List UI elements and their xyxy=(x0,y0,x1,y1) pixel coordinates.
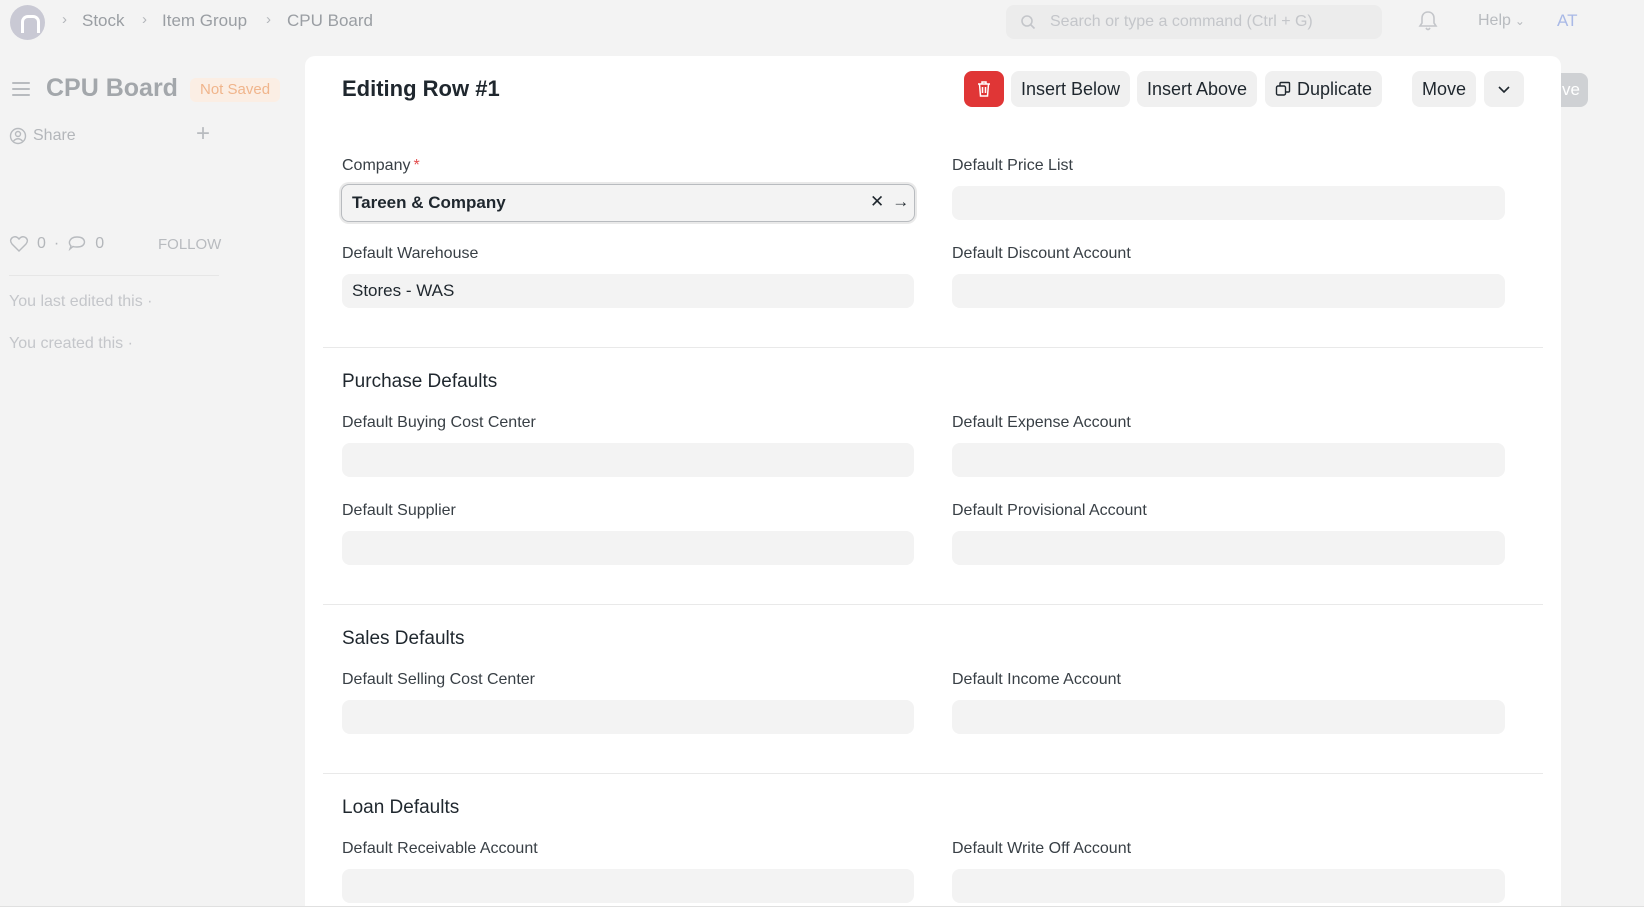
section-divider xyxy=(323,347,1543,348)
insert-above-button[interactable]: Insert Above xyxy=(1137,71,1258,107)
default-supplier-label: Default Supplier xyxy=(342,502,456,519)
page-title: CPU Board xyxy=(46,74,178,102)
breadcrumb-item-group[interactable]: Item Group xyxy=(162,11,247,31)
default-expense-account-label: Default Expense Account xyxy=(952,414,1131,431)
default-write-off-account-field[interactable] xyxy=(952,869,1505,903)
avatar[interactable]: AT xyxy=(1557,11,1577,31)
os-taskbar xyxy=(0,906,1644,917)
clear-icon[interactable]: ✕ xyxy=(870,192,884,212)
default-selling-cost-center-field[interactable] xyxy=(342,700,914,734)
default-receivable-account-label: Default Receivable Account xyxy=(342,840,538,857)
default-discount-account-field[interactable] xyxy=(952,274,1505,308)
company-field-actions: ✕ → xyxy=(870,192,909,212)
last-edited-text: You last edited this · xyxy=(9,293,153,310)
chevron-down-icon: ⌄ xyxy=(1514,14,1525,28)
default-buying-cost-center-label: Default Buying Cost Center xyxy=(342,414,536,431)
breadcrumb-cpu-board[interactable]: CPU Board xyxy=(287,11,373,31)
help-menu[interactable]: Help ⌄ xyxy=(1478,12,1525,30)
default-warehouse-label: Default Warehouse xyxy=(342,245,479,262)
default-warehouse-field[interactable] xyxy=(342,274,914,308)
section-divider xyxy=(323,773,1543,774)
separator-dot: · xyxy=(53,235,60,252)
delete-row-button[interactable] xyxy=(964,71,1004,107)
comments-count: 0 xyxy=(95,235,105,252)
default-income-account-label: Default Income Account xyxy=(952,671,1121,688)
chevron-right-icon: › xyxy=(62,11,67,28)
breadcrumb-stock[interactable]: Stock xyxy=(82,11,125,31)
top-navbar: › Stock › Item Group › CPU Board Help⌄ A… xyxy=(0,0,1644,44)
default-provisional-account-label: Default Provisional Account xyxy=(952,502,1147,519)
notification-bell-icon[interactable] xyxy=(1418,10,1438,32)
created-text: You created this · xyxy=(9,335,133,352)
default-write-off-account-label: Default Write Off Account xyxy=(952,840,1132,857)
sidebar-toggle-icon[interactable] xyxy=(12,82,30,96)
search-input[interactable] xyxy=(1050,5,1370,39)
section-divider xyxy=(323,604,1543,605)
add-share-icon[interactable]: + xyxy=(196,120,210,148)
move-button[interactable]: Move xyxy=(1412,71,1477,107)
duplicate-label: Duplicate xyxy=(1297,78,1373,99)
share-button[interactable]: Share xyxy=(9,127,76,145)
help-label: Help xyxy=(1478,12,1511,29)
likes-count: 0 xyxy=(37,235,46,252)
default-price-list-label: Default Price List xyxy=(952,157,1073,174)
share-user-icon xyxy=(9,127,27,145)
duplicate-icon xyxy=(1275,81,1291,96)
share-label: Share xyxy=(33,127,76,144)
chevron-right-icon: › xyxy=(142,11,147,28)
default-buying-cost-center-field[interactable] xyxy=(342,443,914,477)
default-discount-account-label: Default Discount Account xyxy=(952,245,1131,262)
default-provisional-account-field[interactable] xyxy=(952,531,1505,565)
search-bar[interactable] xyxy=(1006,5,1382,39)
search-icon xyxy=(1021,15,1036,30)
default-supplier-field[interactable] xyxy=(342,531,914,565)
comment-icon[interactable] xyxy=(67,235,87,253)
loan-defaults-heading: Loan Defaults xyxy=(342,797,460,818)
default-price-list-field[interactable] xyxy=(952,186,1505,220)
company-field[interactable] xyxy=(341,184,915,222)
arrow-right-icon[interactable]: → xyxy=(892,192,909,212)
doc-stats: 0 · 0 xyxy=(9,235,104,253)
status-badge: Not Saved xyxy=(190,78,281,102)
heart-icon[interactable] xyxy=(9,235,29,253)
dialog-title: Editing Row #1 xyxy=(342,76,500,101)
company-label: Company * xyxy=(342,157,420,174)
insert-below-button[interactable]: Insert Below xyxy=(1011,71,1131,107)
follow-button[interactable]: FOLLOW xyxy=(158,236,221,253)
app-logo[interactable] xyxy=(10,5,45,40)
default-selling-cost-center-label: Default Selling Cost Center xyxy=(342,671,535,688)
duplicate-button[interactable]: Duplicate xyxy=(1265,71,1383,107)
required-asterisk: * xyxy=(413,157,420,174)
purchase-defaults-heading: Purchase Defaults xyxy=(342,371,498,392)
chevron-down-icon xyxy=(1498,86,1510,94)
trash-icon xyxy=(978,81,990,97)
sales-defaults-heading: Sales Defaults xyxy=(342,628,465,649)
default-expense-account-field[interactable] xyxy=(952,443,1505,477)
sidebar-divider xyxy=(9,275,219,276)
default-income-account-field[interactable] xyxy=(952,700,1505,734)
chevron-right-icon: › xyxy=(266,11,271,28)
edit-row-dialog: Editing Row #1 Insert Below Insert Above… xyxy=(305,56,1561,910)
more-options-button[interactable] xyxy=(1484,71,1524,107)
default-receivable-account-field[interactable] xyxy=(342,869,914,903)
